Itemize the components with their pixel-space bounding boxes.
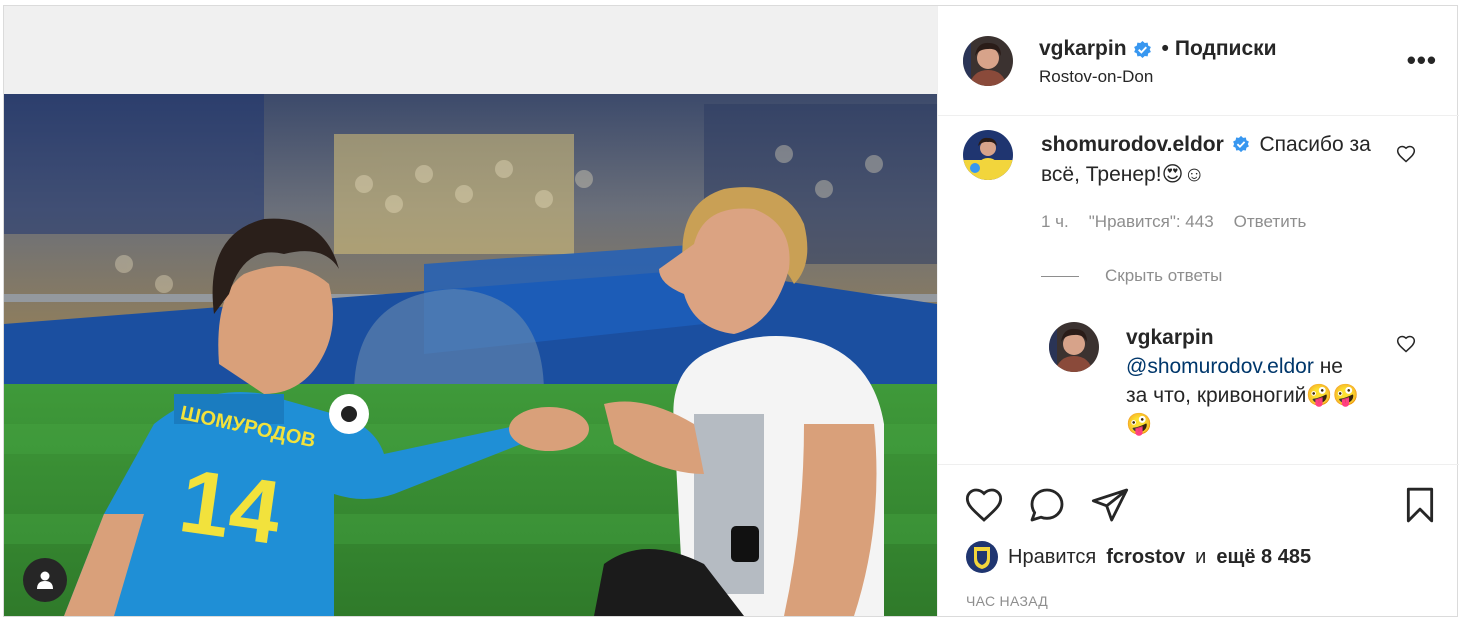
comment-icon[interactable]: [1027, 485, 1067, 525]
verified-badge-icon: [1232, 135, 1249, 153]
liked-by-user[interactable]: fcrostov: [1106, 546, 1185, 569]
bookmark-icon[interactable]: [1400, 485, 1440, 525]
liked-by-more[interactable]: ещё 8 485: [1216, 546, 1311, 569]
following-button[interactable]: Подписки: [1175, 37, 1277, 61]
reply-mention-link[interactable]: @shomurodov.eldor: [1126, 355, 1314, 378]
post-sidebar: vgkarpin • Подписки Rostov-on-Don ••• sh…: [937, 6, 1459, 616]
comment-body: shomurodov.eldor Спасибо за всё, Тренер!…: [1041, 130, 1381, 190]
user-tag-button[interactable]: [23, 558, 67, 602]
verified-badge-icon: [1133, 40, 1151, 58]
separator-dot: •: [1161, 37, 1169, 60]
author-avatar[interactable]: [963, 36, 1013, 86]
hide-replies-line: [1041, 275, 1079, 277]
liked-by-avatar[interactable]: [966, 541, 998, 573]
reply-button[interactable]: Ответить: [1234, 212, 1307, 232]
liked-by-prefix: Нравится: [1008, 545, 1097, 568]
hide-replies-label: Скрыть ответы: [1105, 266, 1223, 285]
reply-like-heart-icon[interactable]: [1396, 334, 1416, 354]
svg-text:14: 14: [174, 451, 287, 564]
post-header: vgkarpin • Подписки Rostov-on-Don •••: [938, 6, 1459, 116]
media-letterbox-top: [4, 6, 937, 94]
post-photo[interactable]: ШОМУРОДОВ 14: [4, 94, 937, 616]
author-username[interactable]: vgkarpin: [1039, 37, 1127, 61]
comment-username[interactable]: shomurodov.eldor: [1041, 133, 1224, 156]
comments-section: shomurodov.eldor Спасибо за всё, Тренер!…: [938, 116, 1459, 466]
heart-icon[interactable]: [964, 485, 1004, 525]
post-actions: Нравится fcrostov и ещё 8 485 ЧАС НАЗАД: [938, 464, 1459, 616]
liked-by-row: Нравится fcrostov и ещё 8 485: [966, 541, 1311, 573]
post-location[interactable]: Rostov-on-Don: [1039, 67, 1153, 87]
comment-like-heart-icon[interactable]: [1396, 144, 1416, 164]
liked-by-and: и: [1195, 545, 1207, 568]
post-timestamp[interactable]: ЧАС НАЗАД: [966, 593, 1048, 609]
comment-like-count[interactable]: "Нравится": 443: [1089, 212, 1214, 232]
more-options-icon[interactable]: •••: [1407, 47, 1437, 73]
user-tag-icon: [37, 571, 53, 589]
reply-body: vgkarpin @shomurodov.eldor не за что, кр…: [1126, 323, 1366, 439]
reply-username[interactable]: vgkarpin: [1126, 326, 1214, 349]
comment-meta: 1 ч. "Нравится": 443 Ответить: [1041, 212, 1306, 232]
hide-replies-button[interactable]: Скрыть ответы: [1041, 266, 1222, 286]
author-line: vgkarpin • Подписки: [1039, 37, 1277, 61]
comment-age[interactable]: 1 ч.: [1041, 212, 1069, 232]
reply-author-avatar[interactable]: [1049, 322, 1099, 372]
commenter-avatar[interactable]: [963, 130, 1013, 180]
instagram-post: ШОМУРОДОВ 14 vgkarpin • Подписки Rostov-…: [3, 5, 1459, 617]
photo-illustration: ШОМУРОДОВ 14: [4, 94, 937, 616]
handshake: [509, 407, 589, 451]
post-media[interactable]: ШОМУРОДОВ 14: [4, 6, 937, 616]
share-icon[interactable]: [1090, 485, 1130, 525]
